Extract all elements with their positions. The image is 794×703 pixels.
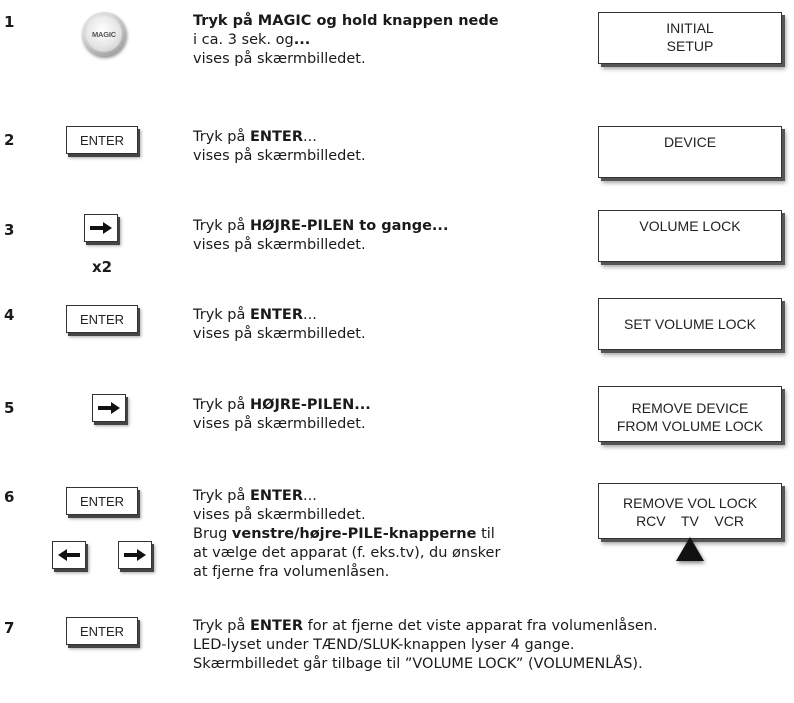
step-number: 5 <box>4 399 15 417</box>
instruction-text: Tryk på <box>193 397 250 413</box>
screen-text: REMOVE VOL LOCK <box>622 495 758 511</box>
lcd-screen-remove-device: REMOVE DEVICE FROM VOLUME LOCK <box>598 386 782 442</box>
screen-text: VOLUME LOCK <box>639 218 741 234</box>
right-arrow-icon <box>84 214 118 242</box>
step-number: 6 <box>4 488 15 506</box>
step-5-instructions: Tryk på HØJRE-PILEN... vises på skærmbil… <box>193 396 371 434</box>
lcd-screen-remove-vol-lock: REMOVE VOL LOCK RCV TV VCR <box>598 483 782 539</box>
step-number: 4 <box>4 306 15 324</box>
step-2-instructions: Tryk på ENTER... vises på skærmbilledet. <box>193 128 366 166</box>
instruction-bold: ENTER <box>249 618 303 634</box>
instruction-bold: ENTER <box>249 129 303 145</box>
instruction-text: Tryk på <box>193 307 250 323</box>
enter-key-icon: ENTER <box>66 617 138 645</box>
lcd-screen-device: DEVICE <box>598 126 782 178</box>
step-number: 1 <box>4 13 15 31</box>
right-arrow-icon <box>92 394 126 422</box>
right-arrow-icon <box>118 541 152 569</box>
instruction-bold: ... <box>293 32 311 48</box>
instruction-text: Skærmbilledet går tilbage til ”VOLUME LO… <box>193 656 643 672</box>
lcd-screen-set-volume-lock: SET VOLUME LOCK <box>598 298 782 350</box>
instruction-text: i ca. 3 sek. og <box>193 32 294 48</box>
screen-text: SET VOLUME LOCK <box>623 316 756 332</box>
screen-text: REMOVE DEVICE <box>631 400 749 416</box>
instruction-bold: ENTER <box>249 307 303 323</box>
instruction-text: til <box>476 526 495 542</box>
step-number: 7 <box>4 619 15 637</box>
screen-text: RCV TV VCR <box>636 513 744 529</box>
screen-text: INITIAL <box>666 20 714 36</box>
instruction-text: vises på skærmbilledet. <box>193 51 366 67</box>
instruction-text: Tryk på <box>193 218 250 234</box>
instruction-text: vises på skærmbilledet. <box>193 148 366 164</box>
step-number: 3 <box>4 221 15 239</box>
lcd-screen-volume-lock: VOLUME LOCK <box>598 210 782 262</box>
instruction-bold: ENTER <box>249 488 303 504</box>
instruction-bold: HØJRE-PILEN to gange... <box>249 218 449 234</box>
step-number: 2 <box>4 131 15 149</box>
instruction-text: LED-lyset under TÆND/SLUK-knappen lyser … <box>193 637 575 653</box>
magic-button-icon: MAGIC <box>82 12 126 56</box>
instruction-bold: HØJRE-PILEN... <box>249 397 371 413</box>
instruction-bold: Tryk på MAGIC og hold knappen nede <box>193 13 499 29</box>
enter-key-icon: ENTER <box>66 126 138 154</box>
step-6-instructions: Tryk på ENTER... vises på skærmbilledet.… <box>193 487 500 582</box>
instruction-text: Tryk på <box>193 129 250 145</box>
instruction-text: at vælge det apparat (f. eks.tv), du øns… <box>193 545 501 561</box>
step-3-instructions: Tryk på HØJRE-PILEN to gange... vises på… <box>193 217 448 255</box>
instruction-text: for at fjerne det viste apparat fra volu… <box>303 618 658 634</box>
lcd-screen-initial-setup: INITIAL SETUP <box>598 12 782 64</box>
step-4-instructions: Tryk på ENTER... vises på skærmbilledet. <box>193 306 366 344</box>
enter-key-icon: ENTER <box>66 487 138 515</box>
screen-text: SETUP <box>666 38 714 54</box>
instruction-text: at fjerne fra volumenlåsen. <box>193 564 390 580</box>
instruction-text: vises på skærmbilledet. <box>193 416 366 432</box>
instruction-text: ... <box>303 307 317 323</box>
screen-text: FROM VOLUME LOCK <box>616 418 764 434</box>
screen-text: DEVICE <box>663 134 717 150</box>
repeat-count: x2 <box>92 258 113 276</box>
instruction-text: ... <box>303 488 317 504</box>
left-arrow-icon <box>52 541 86 569</box>
instruction-text: Tryk på <box>193 488 250 504</box>
instruction-text: Tryk på <box>193 618 250 634</box>
step-1-instructions: Tryk på MAGIC og hold knappen nede i ca.… <box>193 12 499 69</box>
instruction-text: vises på skærmbilledet. <box>193 237 366 253</box>
enter-key-icon: ENTER <box>66 305 138 333</box>
selection-pointer-icon <box>676 537 704 561</box>
instruction-text: vises på skærmbilledet. <box>193 507 366 523</box>
instruction-bold: venstre/højre-PILE-knapperne <box>231 526 477 542</box>
magic-button-label: MAGIC <box>86 16 122 52</box>
instruction-text: vises på skærmbilledet. <box>193 326 366 342</box>
instruction-text: Brug <box>193 526 232 542</box>
step-7-instructions: Tryk på ENTER for at fjerne det viste ap… <box>193 617 658 674</box>
instruction-text: ... <box>303 129 317 145</box>
